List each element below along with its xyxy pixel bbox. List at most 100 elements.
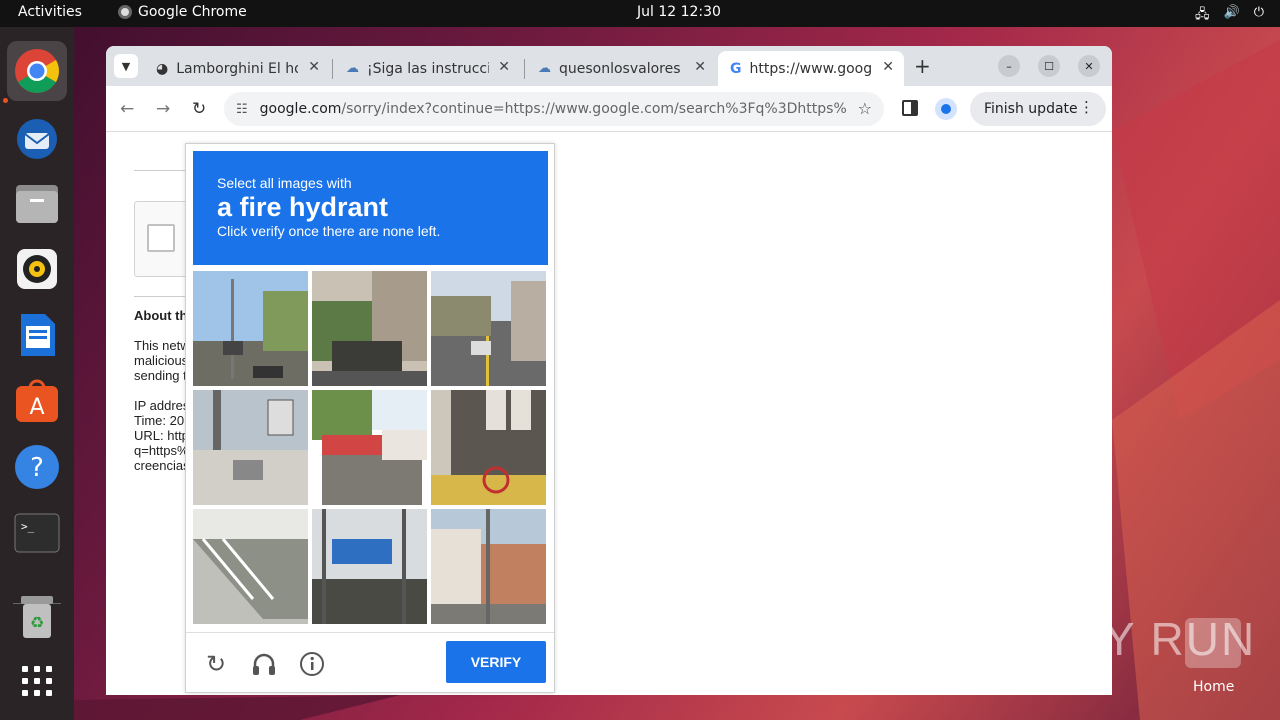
app-center-icon: A	[16, 379, 58, 422]
chevron-down-icon: ▼	[121, 59, 131, 73]
terminal-icon: >_	[14, 513, 60, 553]
close-icon: ✕	[1084, 59, 1094, 73]
tab-google-active[interactable]: G https://www.goog ✕	[718, 51, 904, 86]
url-path: /sorry/index?continue=https://www.google…	[341, 101, 847, 117]
captcha-tile[interactable]	[193, 509, 308, 624]
close-window-button[interactable]: ✕	[1078, 55, 1100, 77]
tab-title: ¡Siga las instruccio	[367, 60, 489, 77]
captcha-tile[interactable]	[431, 390, 546, 505]
svg-text:♻: ♻	[30, 613, 44, 632]
tab-title: https://www.goog	[749, 60, 872, 77]
dock-app-grid[interactable]	[7, 651, 67, 711]
app-name: Google Chrome	[138, 4, 247, 20]
close-icon[interactable]: ✕	[694, 59, 706, 75]
close-icon[interactable]: ✕	[308, 59, 320, 75]
captcha-tile[interactable]	[193, 271, 308, 386]
info-icon[interactable]	[298, 650, 326, 678]
captcha-footer-divider	[186, 632, 554, 633]
app-grid-icon	[22, 666, 52, 696]
captcha-instruction: Select all images with	[217, 175, 352, 191]
captcha-hint: Click verify once there are none left.	[217, 223, 441, 239]
reload-icon[interactable]: ↻	[202, 650, 230, 678]
files-icon	[16, 185, 58, 223]
captcha-tile[interactable]	[193, 390, 308, 505]
new-tab-plus-icon[interactable]: +	[914, 54, 931, 78]
dock-trash[interactable]: ♻	[7, 587, 67, 647]
minimize-icon: –	[1006, 59, 1012, 73]
network-icon: 🖧	[1195, 7, 1210, 22]
google-g-icon: G	[730, 60, 742, 77]
dock-chrome[interactable]	[7, 41, 67, 101]
writer-icon	[21, 314, 55, 356]
dock-terminal[interactable]: >_	[7, 503, 67, 563]
power-icon: ⏻	[1253, 5, 1264, 20]
globe-icon: ◕	[156, 60, 169, 77]
clock[interactable]: Jul 12 12:30	[637, 4, 721, 20]
recaptcha-checkbox[interactable]	[147, 224, 175, 252]
svg-text:>_: >_	[21, 520, 35, 533]
thunderbird-icon	[17, 119, 57, 159]
anyrun-watermark: ANY RUN	[1036, 613, 1257, 665]
svg-text:A: A	[29, 395, 44, 420]
captcha-tile[interactable]	[312, 509, 427, 624]
captcha-target: a fire hydrant	[217, 192, 389, 222]
dock-help[interactable]: ?	[7, 437, 67, 497]
kebab-menu-icon[interactable]: ⋮	[1079, 98, 1094, 116]
dock-app-center[interactable]: A	[7, 371, 67, 431]
tab-siga[interactable]: ☁ ¡Siga las instruccio ✕	[334, 51, 520, 86]
help-icon: ?	[15, 445, 59, 489]
captcha-header: Select all images with a fire hydrant Cl…	[193, 151, 548, 265]
back-arrow-icon[interactable]: ←	[120, 99, 134, 119]
dock-files[interactable]	[7, 173, 67, 233]
tab-title: quesonlosvalores.c	[559, 60, 681, 77]
captcha-tile[interactable]	[431, 271, 546, 386]
finish-update-button[interactable]: Finish update ⋮	[970, 92, 1106, 126]
home-label[interactable]: Home	[1193, 679, 1234, 695]
tab-quesonlosvalores[interactable]: ☁ quesonlosvalores.c ✕	[526, 51, 716, 86]
app-menu[interactable]: Google Chrome	[118, 4, 247, 20]
captcha-tile[interactable]	[312, 271, 427, 386]
cloud-download-icon: ☁	[538, 61, 551, 76]
url-host: google.com	[259, 101, 342, 117]
site-settings-icon[interactable]: ☷	[236, 102, 248, 117]
dock-rhythmbox[interactable]	[7, 239, 67, 299]
captcha-tile[interactable]	[431, 509, 546, 624]
tab-separator	[332, 59, 333, 79]
tab-separator	[524, 59, 525, 79]
maximize-button[interactable]: ☐	[1038, 55, 1060, 77]
tab-strip: ▼ ◕ Lamborghini El hom ✕ ☁ ¡Siga las ins…	[106, 46, 1112, 86]
rhythmbox-icon	[17, 249, 57, 289]
dock: A ? >_ ♻	[0, 27, 74, 720]
address-bar[interactable]: ☷ google.com /sorry/index?continue=https…	[224, 92, 884, 126]
svg-text:?: ?	[30, 453, 44, 483]
tab-title: Lamborghini El hom	[176, 60, 298, 77]
minimize-button[interactable]: –	[998, 55, 1020, 77]
trash-icon: ♻	[21, 596, 53, 638]
captcha-challenge: Select all images with a fire hydrant Cl…	[185, 143, 555, 693]
close-icon[interactable]: ✕	[498, 59, 510, 75]
close-icon[interactable]: ✕	[882, 59, 894, 75]
verify-button[interactable]: VERIFY	[446, 641, 546, 683]
chrome-icon	[15, 49, 59, 93]
profile-avatar[interactable]	[935, 98, 957, 120]
tab-lamborghini[interactable]: ◕ Lamborghini El hom ✕	[144, 51, 330, 86]
captcha-tile[interactable]	[312, 390, 427, 505]
about-heading: About th	[134, 308, 188, 323]
captcha-image-grid	[193, 271, 549, 627]
cloud-download-icon: ☁	[346, 61, 359, 76]
running-indicator	[3, 98, 8, 103]
forward-arrow-icon[interactable]: →	[156, 99, 170, 119]
chrome-small-icon	[118, 5, 132, 19]
tab-search-button[interactable]: ▼	[114, 54, 138, 78]
system-tray[interactable]: 🖧 🔊 ⏻	[1195, 5, 1264, 27]
dock-writer[interactable]	[7, 305, 67, 365]
activities-button[interactable]: Activities	[18, 4, 82, 20]
bookmark-star-icon[interactable]: ☆	[858, 99, 872, 118]
reload-icon[interactable]: ↻	[192, 99, 206, 119]
dock-thunderbird[interactable]	[7, 107, 67, 167]
top-bar: Activities Google Chrome Jul 12 12:30 🖧 …	[0, 0, 1280, 27]
finish-update-label: Finish update	[984, 101, 1078, 117]
side-panel-icon[interactable]	[902, 100, 918, 116]
maximize-icon: ☐	[1044, 59, 1054, 73]
headphones-icon[interactable]	[250, 650, 278, 678]
